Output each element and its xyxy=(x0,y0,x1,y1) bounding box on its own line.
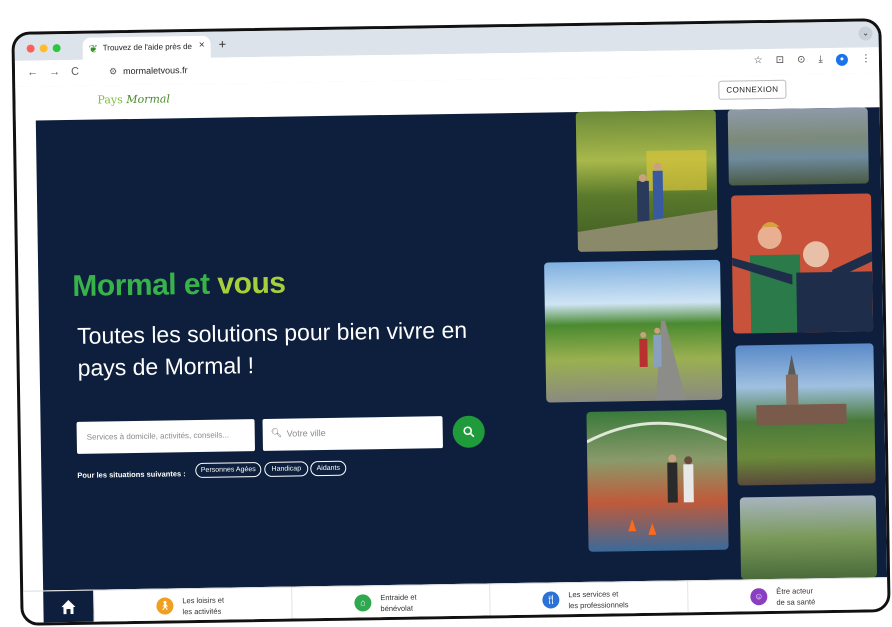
nav-sante[interactable]: ☺ Être acteur de sa santé xyxy=(687,578,887,614)
home-icon xyxy=(61,600,76,615)
search-icon xyxy=(463,426,475,438)
cutlery-icon: 🍴︎ xyxy=(542,591,560,609)
person-walking-icon: 🚶︎ xyxy=(156,597,174,615)
search-button[interactable] xyxy=(452,415,485,448)
photo-indoor-games xyxy=(586,409,729,552)
home-button[interactable] xyxy=(43,590,94,624)
chip-handicap[interactable]: Handicap xyxy=(264,461,309,477)
browser-menu-icon[interactable]: ⋮ xyxy=(861,53,871,65)
minimize-window-button[interactable] xyxy=(39,44,48,53)
photo-village-church xyxy=(735,343,876,486)
smile-icon: ☺ xyxy=(750,588,768,606)
photo-forest-walk xyxy=(575,109,718,252)
favicon-icon: ❦ xyxy=(88,43,98,56)
brand-title: Mormal et vous xyxy=(72,266,286,303)
reload-button[interactable]: C xyxy=(71,66,79,78)
extensions-icon[interactable]: ⊡ xyxy=(776,55,785,67)
browser-tab[interactable]: ❦ Trouvez de l'aide près de chez × xyxy=(82,35,211,60)
toolbar-icons: ☆ ⊡ ⊙ ⤓ ● ⋮ xyxy=(754,53,871,67)
photo-nordic-walk xyxy=(739,495,878,580)
tab-search-button[interactable]: ⌄ xyxy=(858,26,873,41)
close-window-button[interactable] xyxy=(26,44,35,53)
profile-avatar[interactable]: ● xyxy=(835,53,849,66)
forward-button[interactable]: → xyxy=(49,66,60,78)
photo-walkers-road xyxy=(544,259,723,403)
new-tab-button[interactable]: + xyxy=(218,36,226,51)
hero-tagline: Toutes les solutions pour bien vivre en … xyxy=(76,316,468,381)
connexion-button[interactable]: CONNEXION xyxy=(718,79,787,100)
site-logo[interactable]: Pays Mormal xyxy=(97,92,170,106)
services-search-input[interactable]: Services à domicile, activités, conseils… xyxy=(76,419,256,454)
back-button[interactable]: ← xyxy=(27,66,38,78)
url-text: mormaletvous.fr xyxy=(123,65,188,77)
url-field[interactable]: ⚙ mormaletvous.fr xyxy=(109,65,188,77)
photo-pond xyxy=(727,107,869,186)
download-icon[interactable]: ⤓ xyxy=(818,54,823,66)
nav-services[interactable]: 🍴︎ Les services et les professionnels xyxy=(489,581,689,617)
browser-window: ❦ Trouvez de l'aide près de chez × + ⌄ ←… xyxy=(11,18,891,626)
situations-label: Pour les situations suivantes : xyxy=(77,469,186,480)
chip-aidants[interactable]: Aidants xyxy=(310,460,347,477)
photo-fitness-ladies xyxy=(731,193,874,334)
cast-icon[interactable]: ⊙ xyxy=(797,54,806,66)
nav-entraide[interactable]: ⌂ Entraide et bénévolat xyxy=(291,584,491,620)
tab-close-icon[interactable]: × xyxy=(199,40,205,51)
nav-loisirs[interactable]: 🚶︎ Les loisirs et les activités xyxy=(93,587,293,623)
tab-title: Trouvez de l'aide près de chez xyxy=(102,42,193,53)
search-icon: 🔍︎ xyxy=(270,427,283,438)
chip-personnes-agees[interactable]: Personnes Agées xyxy=(195,461,262,479)
city-search-input[interactable]: 🔍︎ Votre ville xyxy=(262,416,443,451)
site-info-icon[interactable]: ⚙ xyxy=(109,66,117,76)
hero-section: Mormal et vous Toutes les solutions pour… xyxy=(35,107,888,591)
bookmark-star-icon[interactable]: ☆ xyxy=(754,55,763,67)
maximize-window-button[interactable] xyxy=(52,44,61,53)
home-heart-icon: ⌂ xyxy=(354,594,372,612)
